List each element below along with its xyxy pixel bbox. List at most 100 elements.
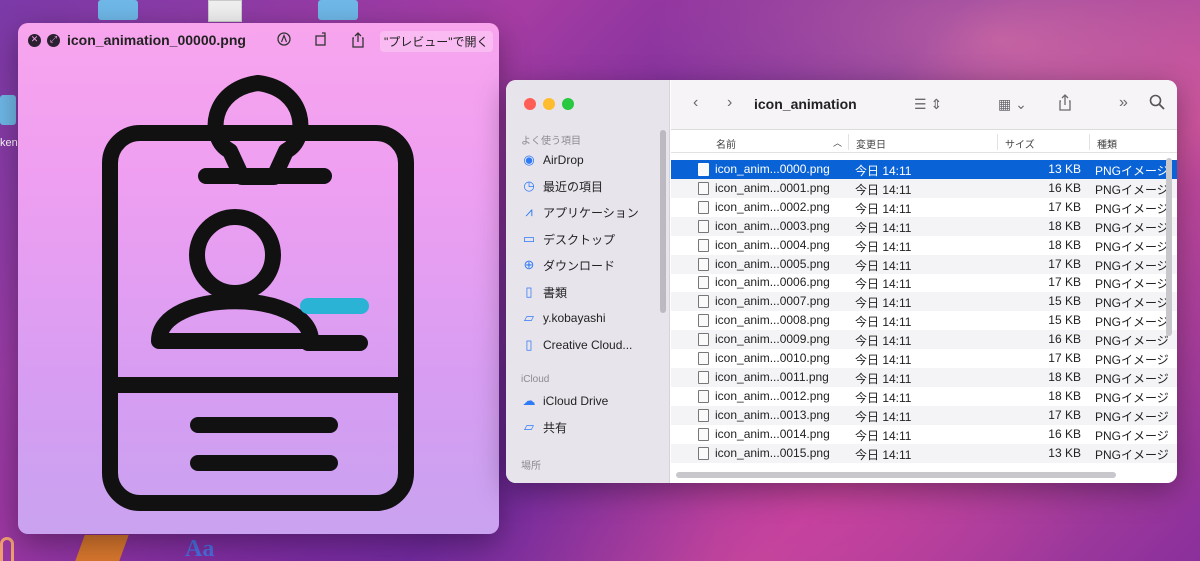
- sidebar-item-creative-cloud[interactable]: ▯ Creative Cloud...: [521, 335, 632, 355]
- file-row[interactable]: icon_anim...0015.png 今日 14:11 13 KB PNGイメージ: [671, 443, 1177, 463]
- desktop-icon: ▭: [522, 231, 536, 246]
- sidebar-item-downloads[interactable]: ⊕ ダウンロード: [521, 255, 615, 275]
- sidebar-scrollbar[interactable]: [660, 130, 666, 313]
- sidebar-item-airdrop[interactable]: ◉ AirDrop: [521, 150, 583, 170]
- open-with-preview-button[interactable]: "プレビュー"で開く: [380, 31, 493, 52]
- file-row[interactable]: icon_anim...0005.png 今日 14:11 17 KB PNGイメージ: [671, 254, 1177, 274]
- sidebar-item-desktop[interactable]: ▭ デスクトップ: [521, 229, 615, 249]
- file-kind: PNGイメージ: [1095, 239, 1169, 254]
- file-row[interactable]: icon_anim...0007.png 今日 14:11 15 KB PNGイメージ: [671, 292, 1177, 312]
- file-row[interactable]: icon_anim...0011.png 今日 14:11 18 KB PNGイメージ: [671, 367, 1177, 387]
- rotate-icon[interactable]: [314, 32, 328, 50]
- file-size: 13 KB: [1048, 445, 1081, 460]
- preview-titlebar: ✕ ⤢ icon_animation_00000.png "プレビュー"で開く: [18, 23, 499, 59]
- file-name: icon_anim...0013.png: [715, 407, 830, 422]
- file-row[interactable]: icon_anim...0002.png 今日 14:11 17 KB PNGイメージ: [671, 198, 1177, 217]
- file-row[interactable]: icon_anim...0006.png 今日 14:11 17 KB PNGイメージ: [671, 273, 1177, 292]
- sidebar-item-home[interactable]: ▱ y.kobayashi: [521, 308, 605, 328]
- file-size: 15 KB: [1048, 294, 1081, 309]
- desktop-folder-icon[interactable]: [98, 0, 138, 20]
- sidebar-item-applications[interactable]: ⩘ アプリケーション: [521, 202, 638, 222]
- sidebar-item-documents[interactable]: ▯ 書類: [521, 282, 567, 302]
- sidebar-item-label: 最近の項目: [543, 179, 604, 194]
- sidebar-item-label: ダウンロード: [543, 258, 616, 273]
- file-row[interactable]: icon_anim...0000.png 今日 14:11 13 KB PNGイメージ: [671, 160, 1177, 179]
- sidebar-item-icloud-drive[interactable]: ☁ iCloud Drive: [521, 391, 609, 411]
- file-row[interactable]: icon_anim...0004.png 今日 14:11 18 KB PNGイメージ: [671, 236, 1177, 255]
- close-icon[interactable]: ✕: [28, 34, 41, 47]
- column-date-header[interactable]: 変更日: [856, 136, 886, 151]
- png-file-icon: [698, 314, 709, 328]
- file-size: 18 KB: [1048, 388, 1081, 403]
- desktop-folder-icon[interactable]: [318, 0, 358, 20]
- file-row[interactable]: icon_anim...0014.png 今日 14:11 16 KB PNGイメージ: [671, 425, 1177, 444]
- file-size: 16 KB: [1048, 426, 1081, 441]
- desktop-folder-icon[interactable]: [0, 95, 16, 125]
- file-name: icon_anim...0008.png: [715, 313, 830, 328]
- column-separator[interactable]: [1089, 134, 1090, 150]
- file-size: 18 KB: [1048, 237, 1081, 252]
- minimize-button[interactable]: [543, 98, 555, 110]
- file-list-horizontal-scrollbar[interactable]: [676, 472, 1116, 478]
- finder-window: よく使う項目 ◉ AirDrop ◷ 最近の項目 ⩘ アプリケーション ▭ デス…: [506, 80, 1177, 483]
- column-size-header[interactable]: サイズ: [1005, 136, 1035, 151]
- sidebar-item-recents[interactable]: ◷ 最近の項目: [521, 176, 603, 196]
- png-file-icon: [698, 370, 709, 384]
- png-file-icon: [698, 276, 709, 290]
- file-kind: PNGイメージ: [1095, 428, 1169, 443]
- dock-lock-icon[interactable]: [0, 537, 14, 561]
- file-size: 15 KB: [1048, 313, 1081, 328]
- png-file-icon: [698, 181, 709, 195]
- file-kind: PNGイメージ: [1095, 447, 1169, 462]
- folder-icon: ▱: [524, 310, 534, 325]
- file-kind: PNGイメージ: [1095, 277, 1169, 292]
- column-name-header[interactable]: 名前: [716, 136, 736, 151]
- column-separator[interactable]: [848, 134, 849, 150]
- file-row[interactable]: icon_anim...0001.png 今日 14:11 16 KB PNGイメージ: [671, 178, 1177, 198]
- file-name: icon_anim...0001.png: [715, 180, 830, 195]
- file-list-vertical-scrollbar[interactable]: [1166, 158, 1172, 336]
- file-date: 今日 14:11: [855, 447, 912, 462]
- file-date: 今日 14:11: [855, 296, 912, 311]
- font-book-icon[interactable]: Aa: [185, 536, 214, 561]
- airdrop-icon: ◉: [523, 152, 535, 167]
- desktop-image-thumbnail-icon[interactable]: [208, 0, 242, 22]
- png-file-icon: [698, 333, 709, 347]
- file-name: icon_anim...0009.png: [715, 332, 830, 347]
- clock-icon: ◷: [523, 178, 535, 193]
- file-row[interactable]: icon_anim...0012.png 今日 14:11 18 KB PNGイメージ: [671, 387, 1177, 406]
- sidebar-item-shared[interactable]: ▱ 共有: [521, 417, 567, 437]
- sidebar-item-label: Creative Cloud...: [543, 338, 633, 352]
- file-size: 17 KB: [1048, 351, 1081, 365]
- more-icon[interactable]: »: [1119, 94, 1128, 112]
- list-view-icon[interactable]: ☰ ⇕: [914, 96, 942, 113]
- file-name: icon_anim...0010.png: [715, 351, 830, 365]
- search-icon[interactable]: [1149, 94, 1165, 115]
- column-kind-header[interactable]: 種類: [1097, 136, 1117, 151]
- file-kind: PNGイメージ: [1095, 353, 1169, 367]
- fullscreen-icon[interactable]: ⤢: [47, 34, 60, 47]
- markup-icon[interactable]: [277, 32, 291, 50]
- close-button[interactable]: [524, 98, 536, 110]
- share-icon[interactable]: [1058, 94, 1072, 116]
- file-kind: PNGイメージ: [1095, 409, 1169, 424]
- column-separator[interactable]: [997, 134, 998, 150]
- share-icon[interactable]: [351, 32, 365, 52]
- file-row[interactable]: icon_anim...0013.png 今日 14:11 17 KB PNGイメージ: [671, 405, 1177, 425]
- file-row[interactable]: icon_anim...0010.png 今日 14:11 17 KB PNGイメージ: [671, 349, 1177, 368]
- group-by-icon[interactable]: ▦ ⌄: [998, 96, 1027, 113]
- file-date: 今日 14:11: [855, 277, 912, 292]
- id-badge-image: [102, 75, 414, 511]
- back-icon[interactable]: ‹: [693, 94, 698, 112]
- file-row[interactable]: icon_anim...0009.png 今日 14:11 16 KB PNGイメージ: [671, 330, 1177, 350]
- png-file-icon: [698, 200, 709, 214]
- zoom-button[interactable]: [562, 98, 574, 110]
- png-file-icon: [698, 352, 709, 365]
- file-date: 今日 14:11: [855, 201, 912, 216]
- column-header: 名前 ︿ 変更日 サイズ 種類: [671, 131, 1177, 153]
- forward-icon[interactable]: ›: [727, 94, 732, 112]
- file-kind: PNGイメージ: [1095, 315, 1169, 330]
- file-row[interactable]: icon_anim...0003.png 今日 14:11 18 KB PNGイメージ: [671, 216, 1177, 236]
- file-row[interactable]: icon_anim...0008.png 今日 14:11 15 KB PNGイメージ: [671, 311, 1177, 330]
- file-name: icon_anim...0002.png: [715, 199, 830, 214]
